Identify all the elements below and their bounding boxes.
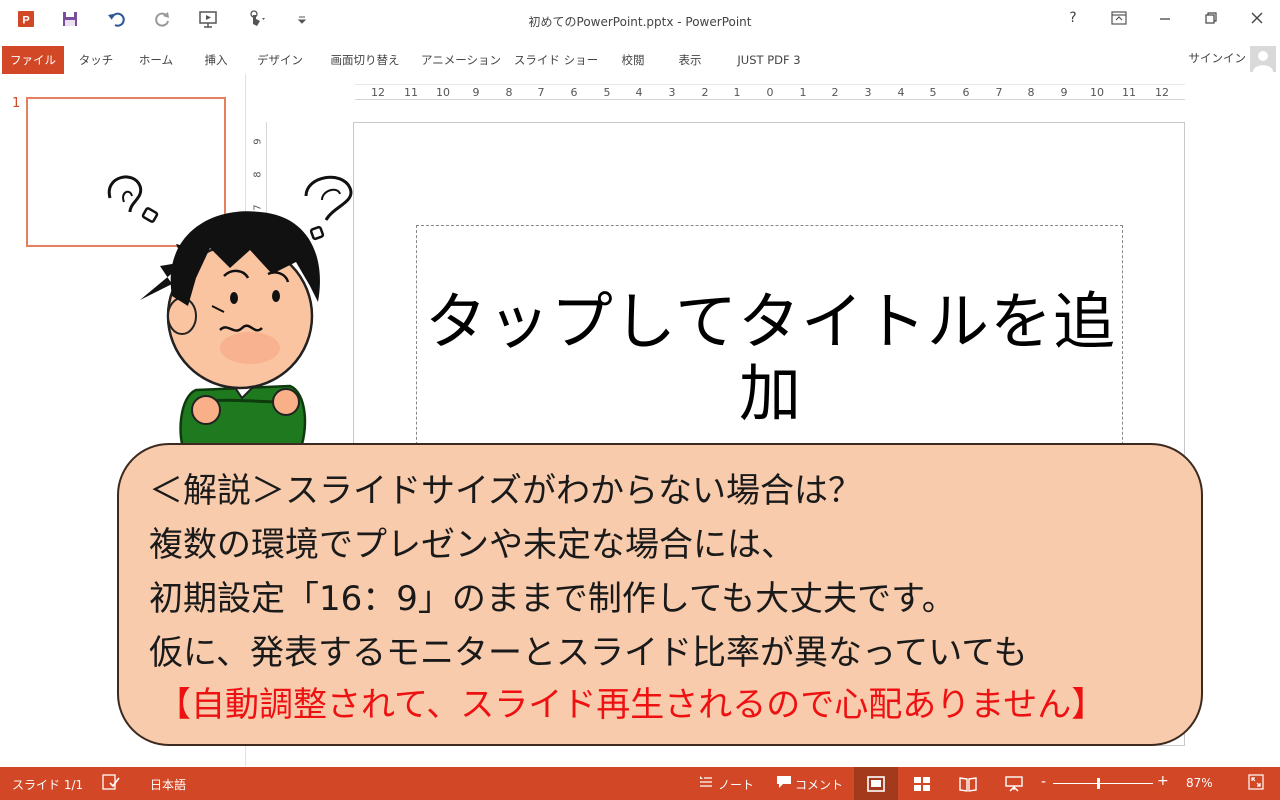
- horizontal-ruler: 12 11 10 9 8 7 6 5 4 3 2 1 0 1 2 3 4 5 6…: [355, 84, 1185, 100]
- ruler-tick: 5: [929, 86, 937, 99]
- title-bar: P 初めてのPowerPoint.pptx - PowerPoint ?: [0, 0, 1280, 40]
- restore-button[interactable]: [1196, 6, 1226, 30]
- ruler-tick: 10: [1090, 86, 1104, 99]
- ruler-tick: 0: [766, 86, 774, 99]
- slide-sorter-view-button[interactable]: [900, 767, 944, 800]
- explanation-callout: ＜解説＞スライドサイズがわからない場合は？ 複数の環境でプレゼンや未定な場合には…: [117, 443, 1203, 746]
- zoom-slider-thumb[interactable]: [1097, 778, 1100, 789]
- slide-number: 1: [12, 96, 21, 111]
- powerpoint-window: P 初めてのPowerPoint.pptx - PowerPoint ? ファイ…: [0, 0, 1280, 800]
- avatar-icon[interactable]: [1250, 46, 1276, 72]
- status-bar: スライド 1/1 日本語 ノート コメント - + 87%: [0, 767, 1280, 800]
- title-placeholder[interactable]: タップしてタイトルを追加: [416, 225, 1123, 465]
- ruler-tick: 1: [799, 86, 807, 99]
- ruler-tick: 11: [404, 86, 418, 99]
- language-indicator[interactable]: 日本語: [150, 776, 186, 793]
- confused-boy-illustration: [107, 175, 353, 456]
- tab-home[interactable]: ホーム: [128, 46, 184, 74]
- tab-insert[interactable]: 挿入: [190, 46, 242, 74]
- ruler-tick: 6: [570, 86, 578, 99]
- notes-icon[interactable]: [698, 774, 714, 793]
- ruler-tick: 2: [701, 86, 709, 99]
- title-placeholder-text: タップしてタイトルを追加: [424, 285, 1117, 430]
- ruler-tick: 3: [864, 86, 872, 99]
- notes-button[interactable]: ノート: [718, 776, 754, 793]
- callout-line: 初期設定「16：9」のままで制作しても大丈夫です。: [149, 579, 956, 619]
- ruler-tick: 4: [897, 86, 905, 99]
- ruler-tick: 9: [252, 138, 264, 145]
- document-title: 初めてのPowerPoint.pptx - PowerPoint: [528, 15, 752, 29]
- ruler-tick: 12: [371, 86, 385, 99]
- slideshow-view-button[interactable]: [992, 767, 1036, 800]
- zoom-slider[interactable]: [1053, 783, 1153, 784]
- tab-touch[interactable]: タッチ: [70, 46, 122, 74]
- signin-link[interactable]: サインイン: [1189, 50, 1247, 66]
- callout-line: 複数の環境でプレゼンや未定な場合には、: [149, 525, 795, 565]
- tab-view[interactable]: 表示: [664, 46, 716, 74]
- ruler-tick: 8: [505, 86, 513, 99]
- ruler-tick: 1: [733, 86, 741, 99]
- ruler-tick: 3: [668, 86, 676, 99]
- ruler-tick: 8: [1027, 86, 1035, 99]
- zoom-in-button[interactable]: +: [1157, 773, 1169, 789]
- ruler-tick: 7: [995, 86, 1003, 99]
- ruler-tick: 11: [1122, 86, 1136, 99]
- comments-icon[interactable]: [776, 775, 792, 792]
- slide-indicator[interactable]: スライド 1/1: [12, 776, 83, 793]
- normal-view-button[interactable]: [854, 767, 898, 800]
- zoom-out-button[interactable]: -: [1041, 774, 1046, 790]
- comments-button[interactable]: コメント: [795, 776, 843, 793]
- ruler-tick: 5: [603, 86, 611, 99]
- ruler-tick: 6: [962, 86, 970, 99]
- tab-just-pdf[interactable]: JUST PDF 3: [722, 46, 816, 74]
- zoom-level[interactable]: 87%: [1186, 776, 1213, 790]
- minimize-button[interactable]: [1150, 6, 1180, 30]
- ribbon-tabs: ファイル タッチ ホーム 挿入 デザイン 画面切り替え アニメーション スライド…: [0, 42, 1280, 74]
- ribbon-display-options-icon[interactable]: [1104, 6, 1134, 30]
- callout-line: 仮に、発表するモニターとスライド比率が異なっていても: [149, 633, 1028, 673]
- tab-animations[interactable]: アニメーション: [418, 46, 504, 74]
- reading-view-button[interactable]: [946, 767, 990, 800]
- ruler-tick: 4: [635, 86, 643, 99]
- fit-to-window-icon[interactable]: [1248, 774, 1264, 793]
- callout-highlight: 【自動調整されて、スライド再生されるので心配ありません】: [157, 685, 1106, 725]
- spell-check-icon[interactable]: [102, 774, 120, 793]
- help-button[interactable]: ?: [1058, 6, 1088, 30]
- tab-review[interactable]: 校閲: [608, 46, 658, 74]
- callout-line: ＜解説＞スライドサイズがわからない場合は？: [149, 471, 862, 511]
- close-button[interactable]: [1242, 6, 1272, 30]
- tab-transitions[interactable]: 画面切り替え: [318, 46, 412, 74]
- ruler-tick: 2: [831, 86, 839, 99]
- ruler-tick: 9: [1060, 86, 1068, 99]
- ruler-tick: 7: [537, 86, 545, 99]
- tab-design[interactable]: デザイン: [248, 46, 312, 74]
- tab-slideshow[interactable]: スライド ショー: [510, 46, 602, 74]
- ruler-tick: 12: [1155, 86, 1169, 99]
- ruler-tick: 9: [472, 86, 480, 99]
- ruler-tick: 10: [436, 86, 450, 99]
- tab-file[interactable]: ファイル: [2, 46, 64, 74]
